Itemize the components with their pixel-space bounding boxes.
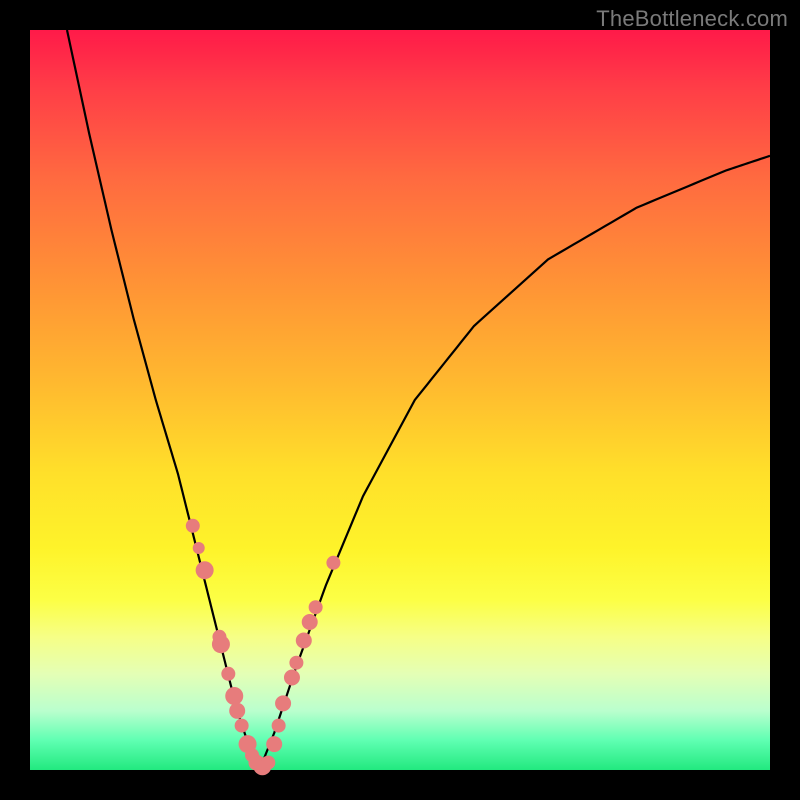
data-marker — [225, 687, 243, 705]
data-marker — [326, 556, 340, 570]
data-marker — [309, 600, 323, 614]
data-marker — [261, 756, 275, 770]
chart-svg — [30, 30, 770, 770]
curve-group — [67, 30, 770, 770]
data-marker — [186, 519, 200, 533]
data-marker — [275, 695, 291, 711]
data-marker — [284, 670, 300, 686]
data-marker — [193, 542, 205, 554]
data-marker — [302, 614, 318, 630]
data-marker — [272, 719, 286, 733]
data-marker — [212, 635, 230, 653]
data-marker — [289, 656, 303, 670]
plot-area — [30, 30, 770, 770]
data-marker — [229, 703, 245, 719]
curve-left-branch — [67, 30, 259, 770]
chart-frame: TheBottleneck.com — [0, 0, 800, 800]
data-marker — [266, 736, 282, 752]
data-marker — [221, 667, 235, 681]
data-marker — [296, 633, 312, 649]
marker-group — [186, 519, 341, 776]
data-marker — [235, 719, 249, 733]
curve-right-branch — [259, 156, 770, 770]
data-marker — [196, 561, 214, 579]
watermark-text: TheBottleneck.com — [596, 6, 788, 32]
